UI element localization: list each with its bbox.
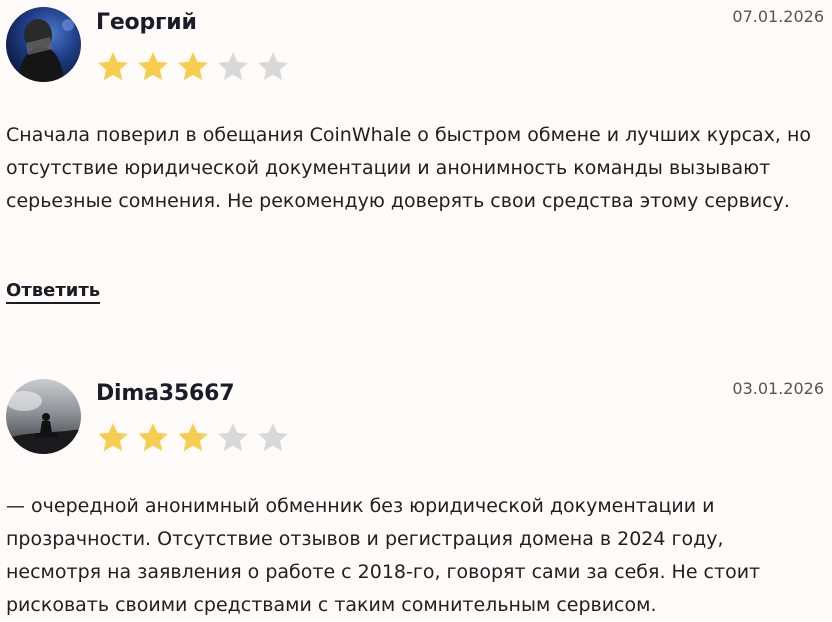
review-date: 07.01.2026: [732, 7, 824, 26]
star-filled-icon: [138, 423, 168, 452]
rating-stars: [96, 421, 290, 455]
star-empty-icon: [258, 423, 288, 452]
review-text: — очередной анонимный обменник без юриди…: [6, 495, 761, 616]
avatar[interactable]: [6, 7, 81, 82]
reply-link[interactable]: Ответить: [6, 280, 101, 304]
star-filled-icon: [178, 423, 208, 452]
review-author: Dima35667: [96, 381, 235, 406]
rating-stars: [96, 50, 290, 84]
star-filled-icon: [98, 52, 128, 81]
star-empty-icon: [258, 52, 288, 81]
star-empty-icon: [218, 52, 248, 81]
avatar[interactable]: [6, 379, 81, 454]
review-text: Сначала поверил в обещания CoinWhale о б…: [6, 124, 812, 212]
star-filled-icon: [98, 423, 128, 452]
review-author: Георгий: [96, 10, 197, 35]
star-empty-icon: [218, 423, 248, 452]
review-date: 03.01.2026: [732, 379, 824, 398]
star-filled-icon: [138, 52, 168, 81]
star-filled-icon: [178, 52, 208, 81]
